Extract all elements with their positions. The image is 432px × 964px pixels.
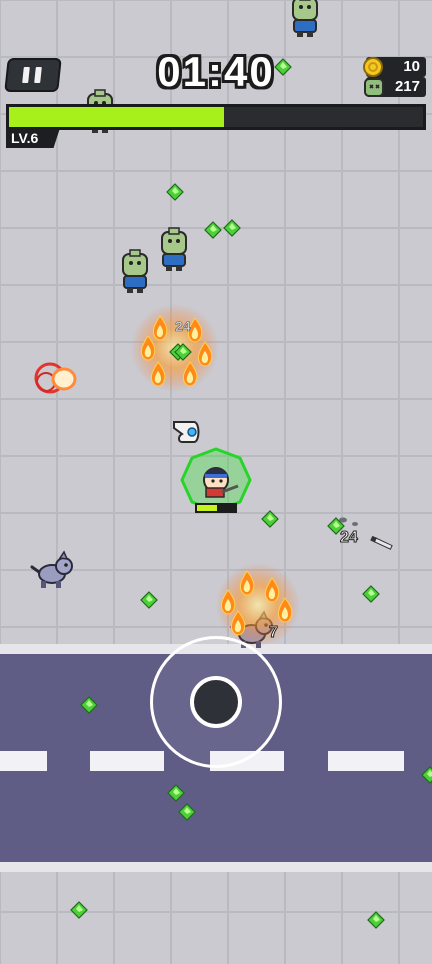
xp-bar-fill [9,107,225,127]
game-scene: 24 24 7 [0,0,432,964]
sidewalk-bottom [0,872,432,964]
lane-mark [0,751,47,771]
joystick[interactable] [150,636,282,768]
zombie-head-icon [364,78,384,97]
lane-mark [90,751,164,771]
coin-icon [363,57,383,77]
curb-bottom [0,862,432,872]
damage-number: 24 [340,529,358,546]
zombie-enemy [292,0,318,38]
zombie-enemy [161,227,187,272]
kill-count: 217 [394,78,420,95]
coin-count: 10 [403,58,420,75]
zombie-enemy [122,249,148,294]
level-badge: LV.6 [6,128,60,148]
joystick-knob[interactable] [190,676,242,728]
damage-number: 7 [269,624,278,641]
lane-mark [328,751,404,771]
xp-bar [6,104,426,130]
damage-number: 24 [175,318,191,334]
player-health-bar [195,503,237,513]
fire-explosion [216,563,300,647]
